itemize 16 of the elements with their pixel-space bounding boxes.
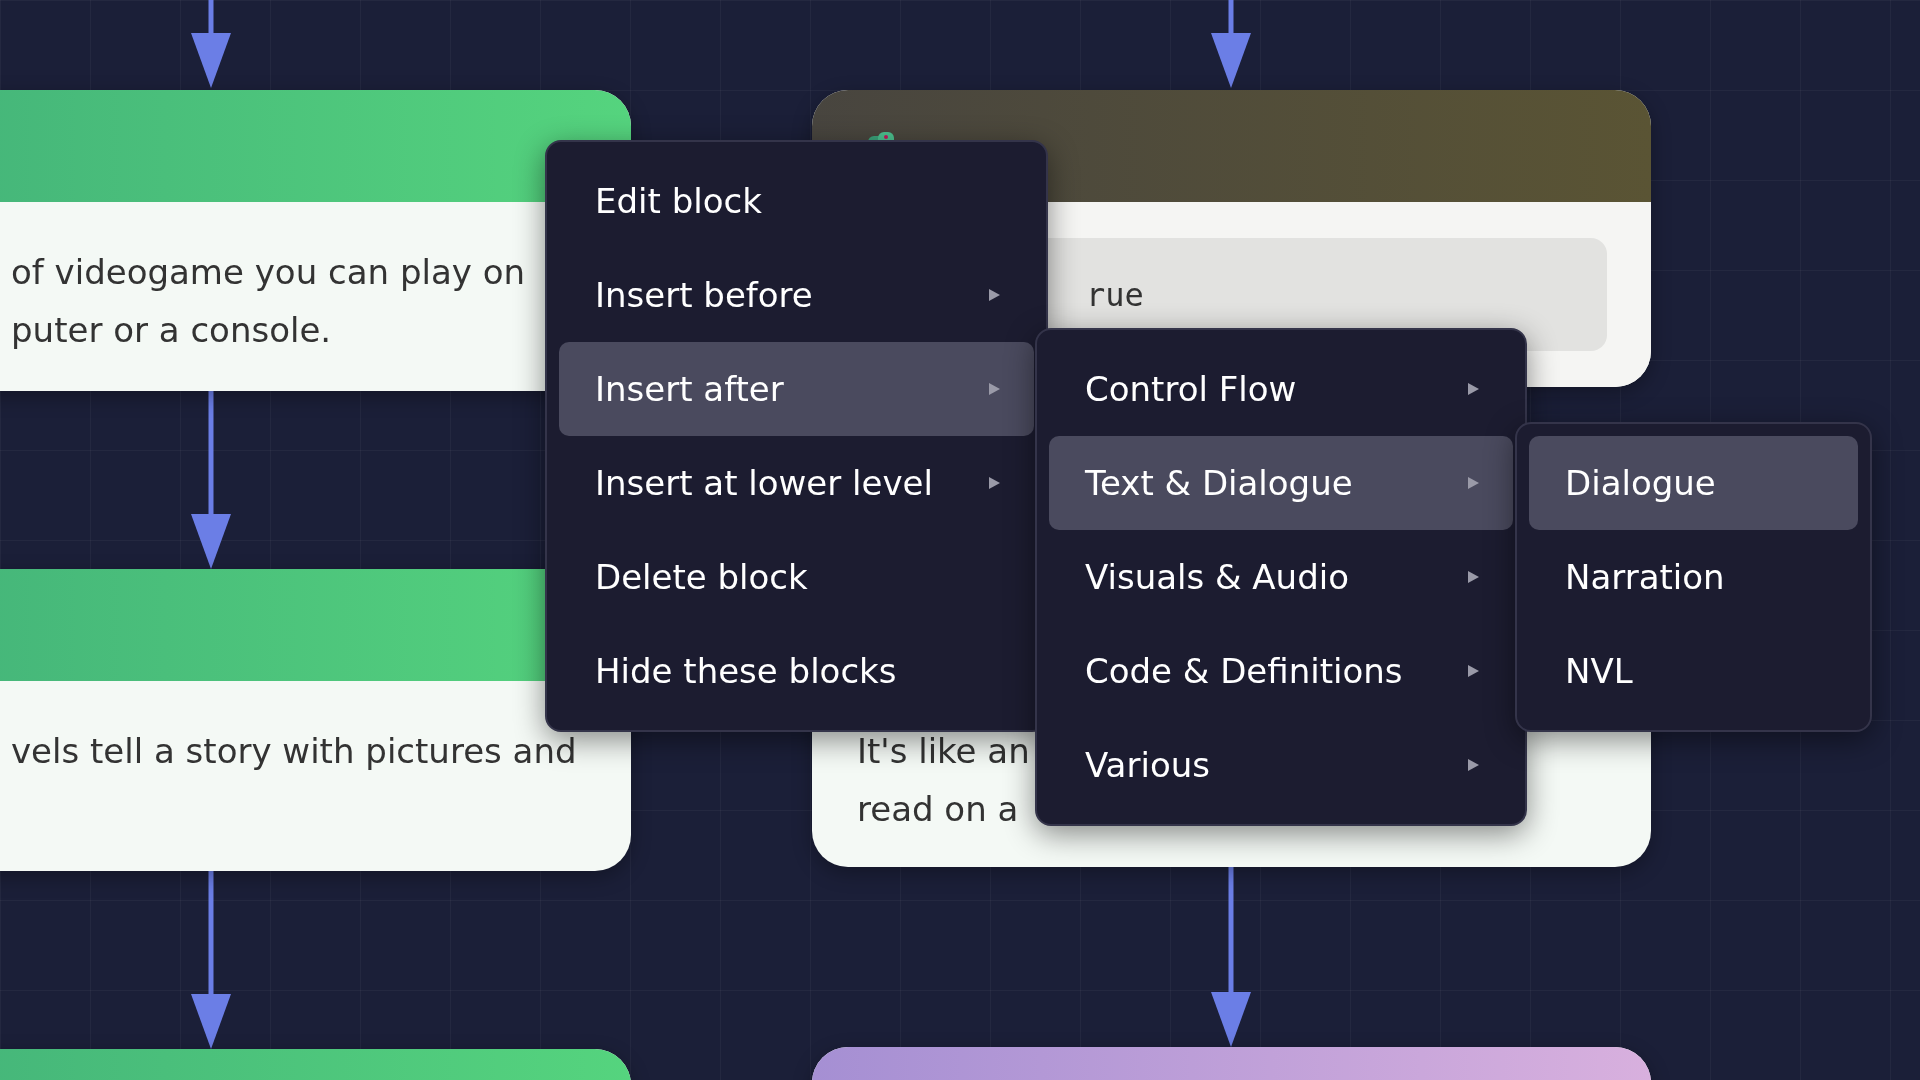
- block-text: of videogame you can play on: [11, 251, 526, 294]
- block-text: read on a: [857, 788, 1019, 831]
- block-text: puter or a console.: [11, 309, 332, 352]
- menu-item[interactable]: Dialogue: [1529, 436, 1858, 530]
- menu-item[interactable]: Insert after: [559, 342, 1034, 436]
- block-text: It's like an: [857, 730, 1030, 773]
- menu-item[interactable]: Various: [1049, 718, 1513, 812]
- menu-item[interactable]: Code & Definitions: [1049, 624, 1513, 718]
- menu-item[interactable]: Text & Dialogue: [1049, 436, 1513, 530]
- menu-item[interactable]: NVL: [1529, 624, 1858, 718]
- block-text: vels tell a story with pictures and: [11, 730, 577, 773]
- menu-item[interactable]: Hide these blocks: [559, 624, 1034, 718]
- menu-item[interactable]: Narration: [1529, 530, 1858, 624]
- menu-item[interactable]: Insert at lower level: [559, 436, 1034, 530]
- menu-item[interactable]: Visuals & Audio: [1049, 530, 1513, 624]
- menu-item[interactable]: Delete block: [559, 530, 1034, 624]
